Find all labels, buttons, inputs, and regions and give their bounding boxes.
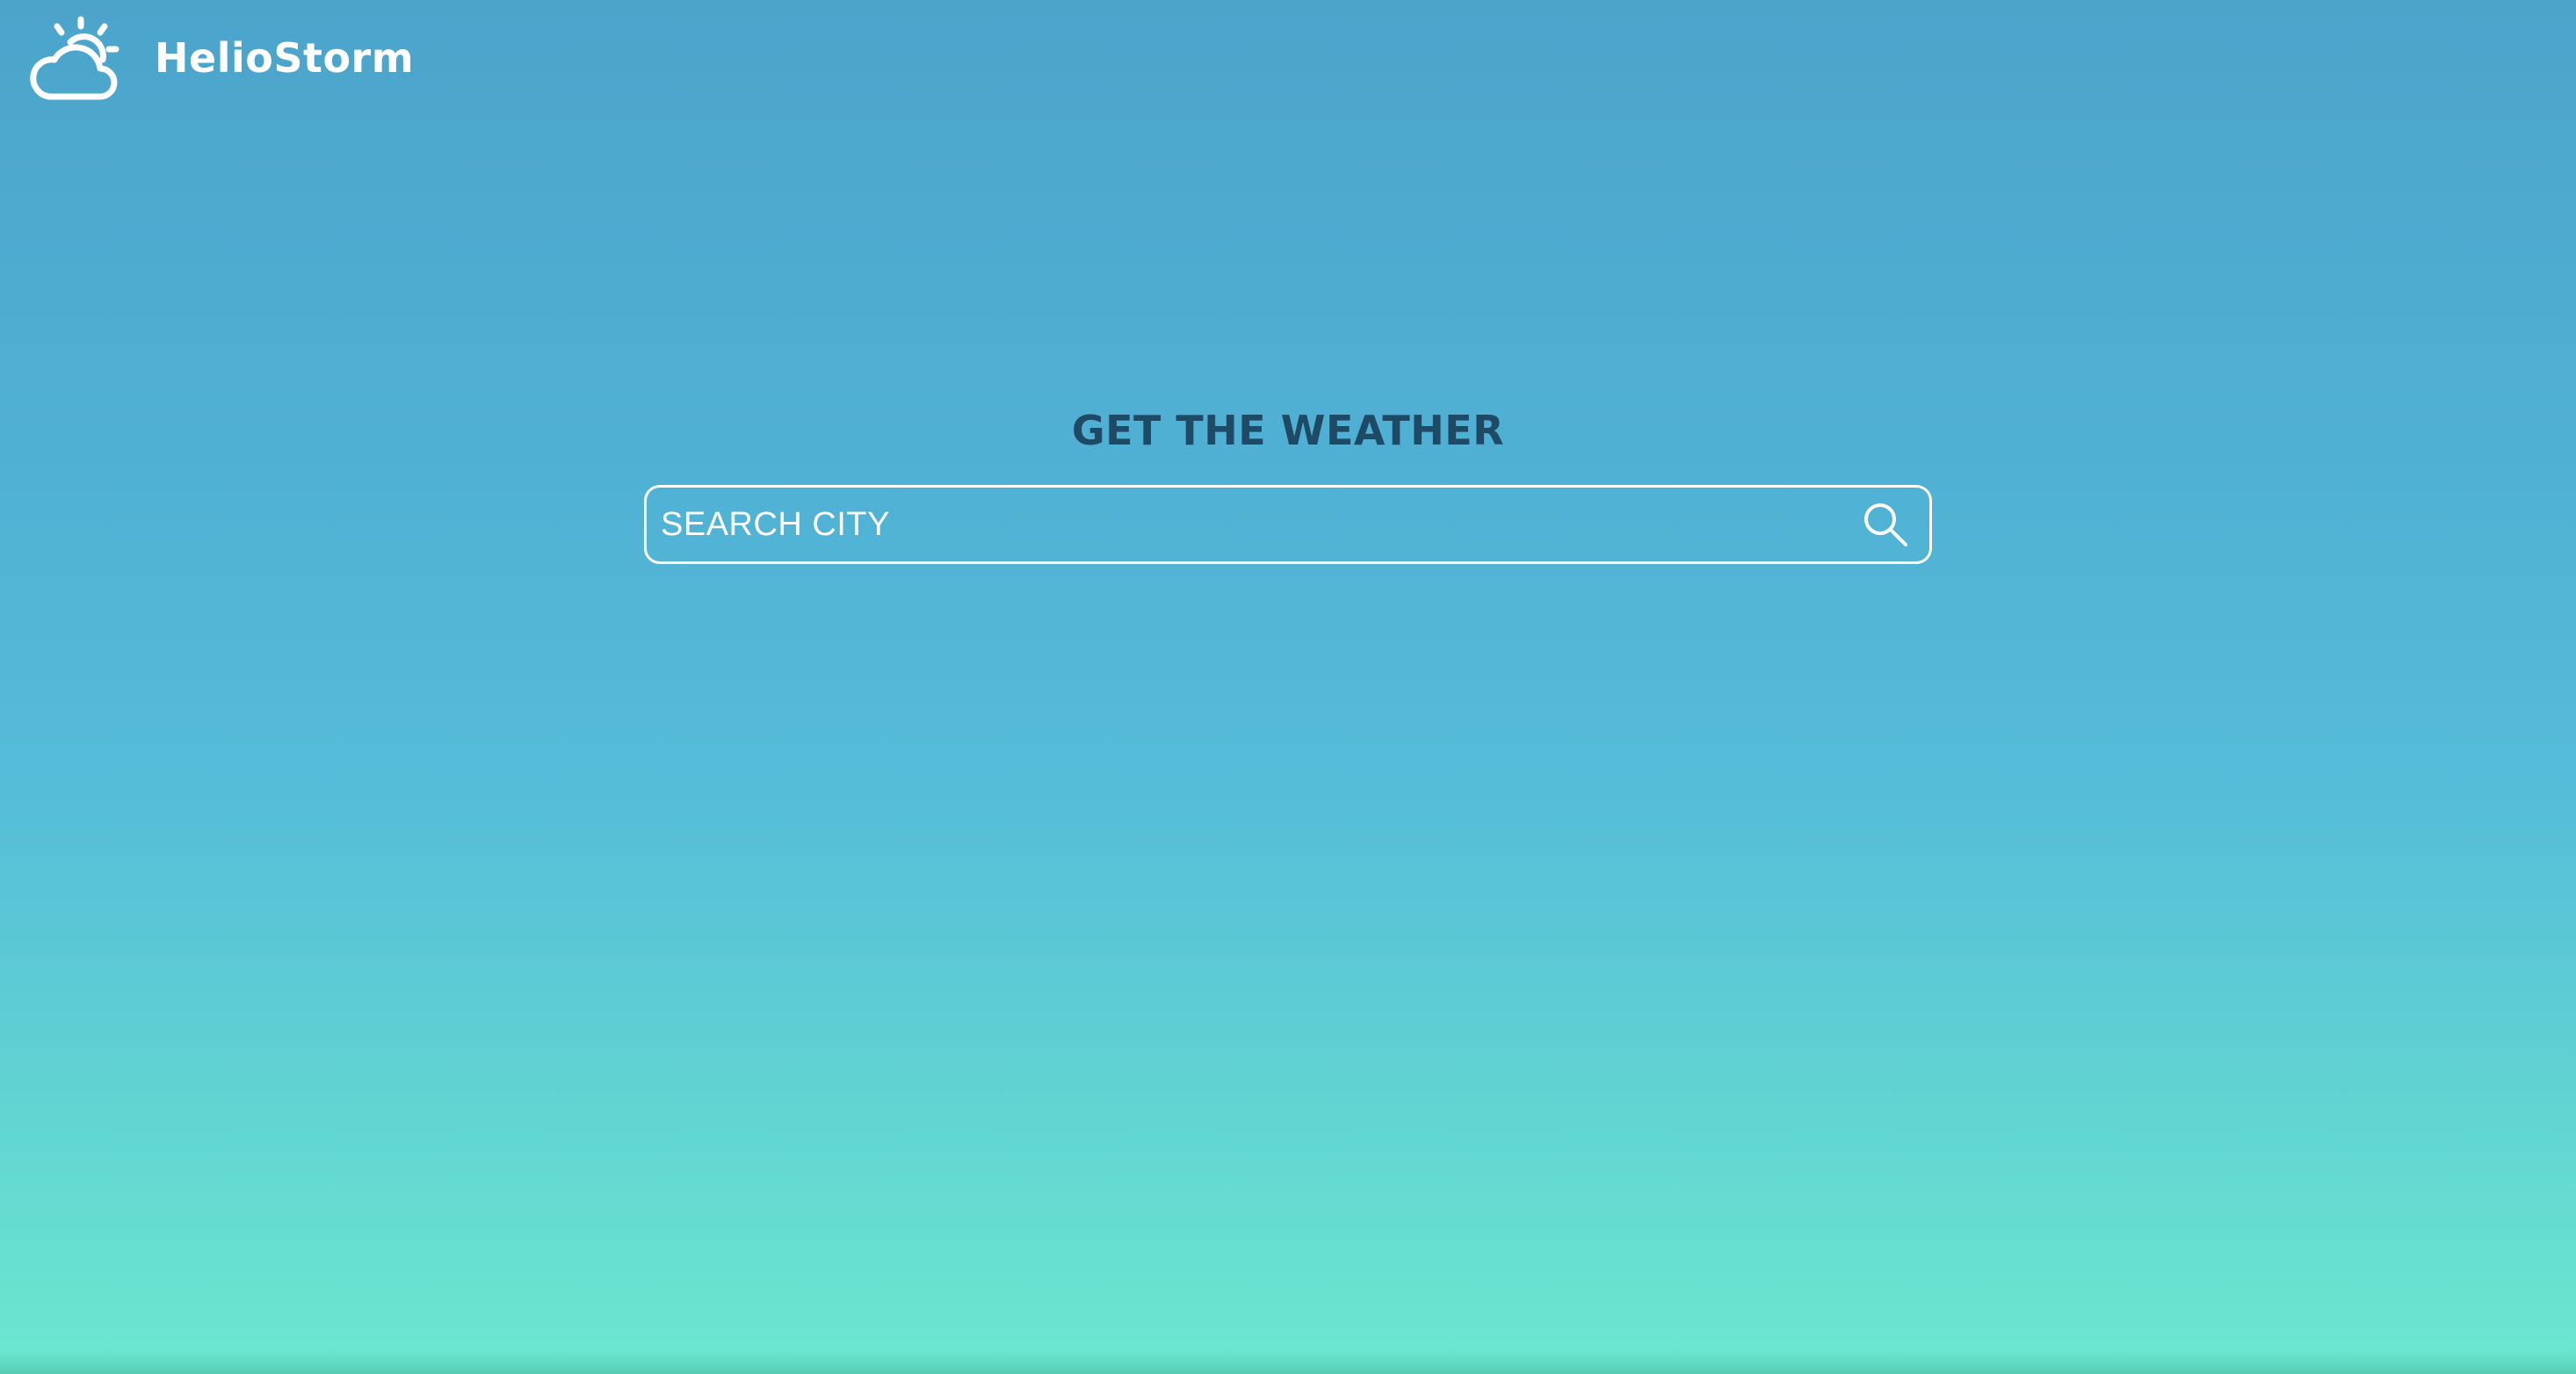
search-section: GET THE WEATHER — [0, 402, 2576, 564]
sun-cloud-icon[interactable] — [30, 14, 121, 102]
bottom-edge-shade — [0, 1349, 2576, 1374]
search-bar — [644, 485, 1932, 564]
search-input[interactable] — [661, 505, 1859, 544]
brand-name[interactable]: HelioStorm — [155, 34, 414, 82]
app-header: HelioStorm — [30, 14, 414, 102]
search-button[interactable] — [1859, 498, 1912, 551]
page-title: GET THE WEATHER — [1071, 407, 1505, 454]
search-icon — [1864, 503, 1907, 546]
